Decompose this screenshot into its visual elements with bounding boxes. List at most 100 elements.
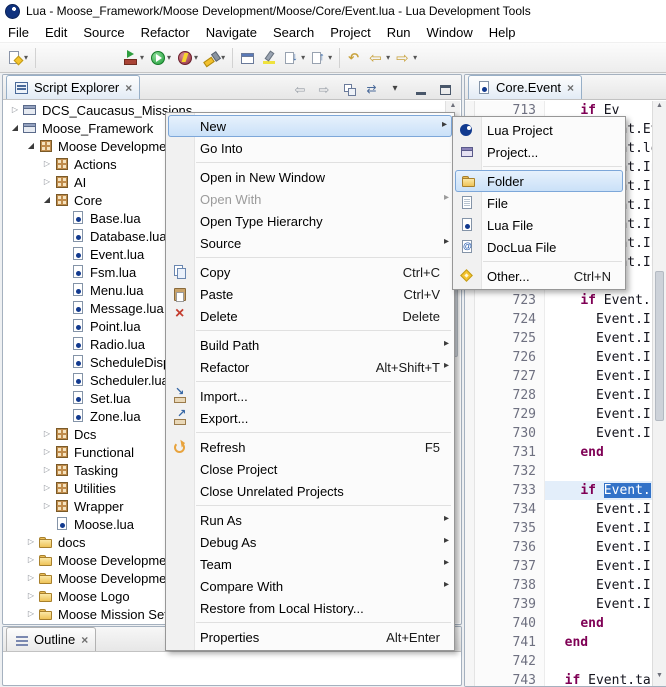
code-line-737[interactable]: 737 Event.I bbox=[475, 557, 652, 576]
code-line-728[interactable]: 728 Event.I bbox=[475, 386, 652, 405]
code-line-727[interactable]: 727 Event.I bbox=[475, 367, 652, 386]
forward-history-button[interactable] bbox=[316, 80, 335, 99]
dropdown-arrow-icon[interactable]: ▾ bbox=[221, 53, 225, 62]
code-line-742[interactable]: 742 bbox=[475, 652, 652, 671]
minimize-button[interactable] bbox=[412, 80, 431, 99]
menu-source[interactable]: Source bbox=[75, 23, 132, 42]
dropdown-arrow-icon[interactable]: ▾ bbox=[140, 53, 144, 62]
code-line-731[interactable]: 731 end bbox=[475, 443, 652, 462]
new-button[interactable]: ▾ bbox=[4, 46, 31, 70]
code-line-725[interactable]: 725 Event.I bbox=[475, 329, 652, 348]
expand-arrow-icon[interactable]: ▷ bbox=[24, 569, 38, 587]
collapse-arrow-icon[interactable]: ◢ bbox=[8, 119, 22, 137]
code-line-734[interactable]: 734 Event.I bbox=[475, 500, 652, 519]
context-menu-item-debug-as[interactable]: Debug As▸ bbox=[166, 531, 454, 553]
previous-annotation-button[interactable]: ▾ bbox=[308, 46, 335, 70]
dropdown-arrow-icon[interactable]: ▾ bbox=[386, 53, 390, 62]
expand-arrow-icon[interactable]: ▷ bbox=[40, 425, 54, 443]
back-button[interactable]: ▾ bbox=[366, 46, 393, 70]
collapse-arrow-icon[interactable]: ◢ bbox=[24, 137, 38, 155]
dropdown-arrow-icon[interactable]: ▾ bbox=[301, 53, 305, 62]
submenu-item-project[interactable]: Project... bbox=[453, 141, 625, 163]
menu-window[interactable]: Window bbox=[419, 23, 481, 42]
submenu-item-lua-project[interactable]: Lua Project bbox=[453, 119, 625, 141]
close-tab-icon[interactable]: × bbox=[125, 82, 132, 94]
expand-arrow-icon[interactable]: ▷ bbox=[40, 461, 54, 479]
code-line-739[interactable]: 739 Event.I bbox=[475, 595, 652, 614]
view-menu-button[interactable] bbox=[388, 80, 407, 99]
context-menu-item-restore-from-local-history[interactable]: Restore from Local History... bbox=[166, 597, 454, 619]
context-menu-item-open-with[interactable]: Open With▸ bbox=[166, 188, 454, 210]
last-edit-location-button[interactable] bbox=[344, 46, 366, 70]
expand-arrow-icon[interactable]: ▷ bbox=[40, 173, 54, 191]
outline-tab[interactable]: Outline × bbox=[6, 627, 96, 651]
collapse-all-button[interactable] bbox=[340, 80, 359, 99]
context-menu-item-open-type-hierarchy[interactable]: Open Type Hierarchy bbox=[166, 210, 454, 232]
external-tools-button[interactable]: ▾ bbox=[120, 46, 147, 70]
expand-arrow-icon[interactable]: ▷ bbox=[8, 101, 22, 119]
code-line-729[interactable]: 729 Event.I bbox=[475, 405, 652, 424]
expand-arrow-icon[interactable]: ▷ bbox=[40, 497, 54, 515]
forward-button[interactable]: ▾ bbox=[393, 46, 420, 70]
collapse-arrow-icon[interactable]: ◢ bbox=[40, 191, 54, 209]
scroll-down-icon[interactable]: ▼ bbox=[653, 672, 666, 685]
menu-edit[interactable]: Edit bbox=[37, 23, 75, 42]
code-line-733[interactable]: 733 if Event. bbox=[475, 481, 652, 500]
dropdown-arrow-icon[interactable]: ▾ bbox=[328, 53, 332, 62]
profile-button[interactable]: ▾ bbox=[174, 46, 201, 70]
expand-arrow-icon[interactable]: ▷ bbox=[40, 443, 54, 461]
expand-arrow-icon[interactable]: ▷ bbox=[24, 533, 38, 551]
expand-arrow-icon[interactable]: ▷ bbox=[24, 605, 38, 623]
submenu-item-folder[interactable]: Folder bbox=[455, 170, 623, 192]
code-line-741[interactable]: 741 end bbox=[475, 633, 652, 652]
context-menu-item-go-into[interactable]: Go Into bbox=[166, 137, 454, 159]
scrollbar-thumb[interactable] bbox=[655, 271, 664, 421]
open-console-button[interactable] bbox=[237, 46, 259, 70]
expand-arrow-icon[interactable]: ▷ bbox=[24, 551, 38, 569]
menu-navigate[interactable]: Navigate bbox=[198, 23, 265, 42]
context-menu-item-build-path[interactable]: Build Path▸ bbox=[166, 334, 454, 356]
code-line-724[interactable]: 724 Event.I bbox=[475, 310, 652, 329]
menu-refactor[interactable]: Refactor bbox=[133, 23, 198, 42]
menu-file[interactable]: File bbox=[0, 23, 37, 42]
expand-arrow-icon[interactable]: ▷ bbox=[40, 155, 54, 173]
context-menu-item-paste[interactable]: PasteCtrl+V bbox=[166, 283, 454, 305]
context-menu-item-new[interactable]: New▸ bbox=[168, 115, 452, 137]
dropdown-arrow-icon[interactable]: ▾ bbox=[24, 53, 28, 62]
code-line-736[interactable]: 736 Event.I bbox=[475, 538, 652, 557]
code-line-735[interactable]: 735 Event.I bbox=[475, 519, 652, 538]
context-menu-item-delete[interactable]: DeleteDelete bbox=[166, 305, 454, 327]
search-button[interactable]: ▾ bbox=[201, 46, 228, 70]
menu-help[interactable]: Help bbox=[481, 23, 524, 42]
close-tab-icon[interactable]: × bbox=[81, 634, 88, 646]
context-menu-item-open-in-new-window[interactable]: Open in New Window bbox=[166, 166, 454, 188]
editor-tab-core-event[interactable]: Core.Event × bbox=[468, 75, 582, 99]
context-menu-item-refactor[interactable]: RefactorAlt+Shift+T▸ bbox=[166, 356, 454, 378]
code-line-740[interactable]: 740 end bbox=[475, 614, 652, 633]
context-menu-item-close-unrelated-projects[interactable]: Close Unrelated Projects bbox=[166, 480, 454, 502]
dropdown-arrow-icon[interactable]: ▾ bbox=[194, 53, 198, 62]
menu-search[interactable]: Search bbox=[265, 23, 322, 42]
dropdown-arrow-icon[interactable]: ▾ bbox=[167, 53, 171, 62]
code-line-738[interactable]: 738 Event.I bbox=[475, 576, 652, 595]
submenu-item-file[interactable]: File bbox=[453, 192, 625, 214]
context-menu-item-run-as[interactable]: Run As▸ bbox=[166, 509, 454, 531]
context-menu-item-copy[interactable]: CopyCtrl+C bbox=[166, 261, 454, 283]
code-line-726[interactable]: 726 Event.I bbox=[475, 348, 652, 367]
run-button[interactable]: ▾ bbox=[147, 46, 174, 70]
code-line-743[interactable]: 743 if Event.ta bbox=[475, 671, 652, 686]
script-explorer-tab[interactable]: Script Explorer × bbox=[6, 75, 140, 99]
close-tab-icon[interactable]: × bbox=[567, 82, 574, 94]
scroll-up-icon[interactable]: ▲ bbox=[653, 102, 666, 115]
submenu-item-lua-file[interactable]: Lua File bbox=[453, 214, 625, 236]
context-menu-item-team[interactable]: Team▸ bbox=[166, 553, 454, 575]
context-menu-item-close-project[interactable]: Close Project bbox=[166, 458, 454, 480]
submenu-item-other[interactable]: Other...Ctrl+N bbox=[453, 265, 625, 287]
menu-run[interactable]: Run bbox=[379, 23, 419, 42]
submenu-item-doclua-file[interactable]: DocLua File bbox=[453, 236, 625, 258]
mark-occurrences-button[interactable] bbox=[259, 46, 281, 70]
context-menu-item-refresh[interactable]: RefreshF5 bbox=[166, 436, 454, 458]
dropdown-arrow-icon[interactable]: ▾ bbox=[413, 53, 417, 62]
code-line-730[interactable]: 730 Event.I bbox=[475, 424, 652, 443]
expand-arrow-icon[interactable]: ▷ bbox=[24, 587, 38, 605]
